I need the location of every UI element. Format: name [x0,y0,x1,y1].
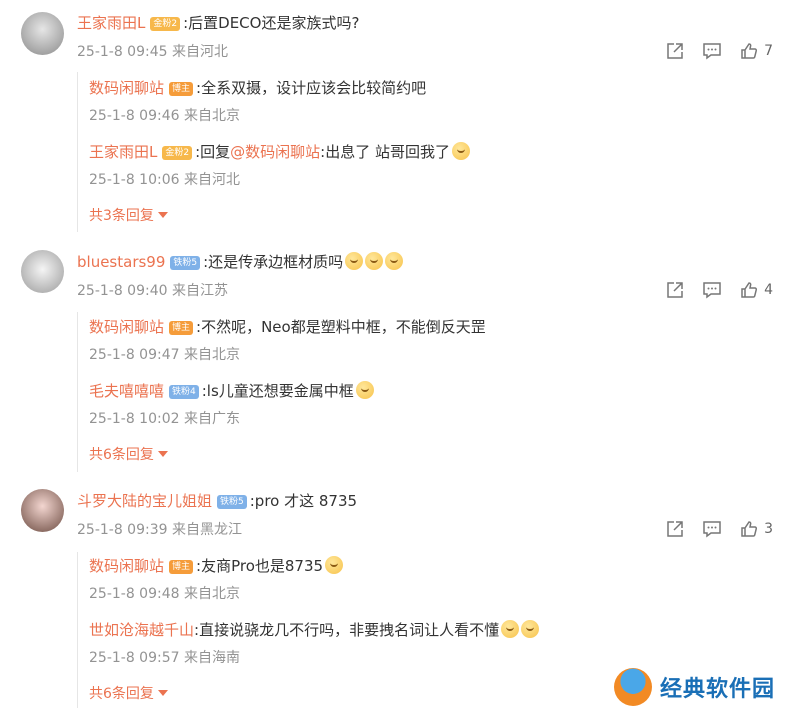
reply-meta: 25-1-8 09:47 来自北京 [89,347,240,363]
avatar[interactable] [21,250,64,293]
fan-badge: 金粉2 [150,17,181,31]
smile-emoji-icon [355,381,374,399]
caret-down-icon [157,451,168,457]
like-button[interactable]: 3 [740,520,773,538]
fan-badge: 铁粉4 [169,385,199,399]
comment-line: 王家雨田L 金粉2:后置DECO还是家族式吗? [77,13,359,33]
reply-text: :不然呢，Neo都是塑料中框，不能倒反天罡 [196,318,486,336]
watermark: 经典软件园 [613,668,775,706]
comment-icon [703,43,721,60]
username[interactable]: 王家雨田L [77,14,145,32]
reply-item: 毛夫嘻嘻嘻 铁粉4:ls儿童还想要金属中框 [89,381,374,401]
cat-emoji-icon [345,252,364,270]
comment-line: 斗罗大陆的宝儿姐姐 铁粉5:pro 才这 8735 [77,491,357,511]
share-button[interactable] [666,42,684,60]
reply-meta: 25-1-8 09:48 来自北京 [89,586,240,602]
like-button[interactable]: 7 [740,42,773,60]
fan-badge: 铁粉5 [170,256,201,270]
reply-item: 王家雨田L 金粉2:回复@数码闲聊站:出息了 站哥回我了 [89,142,470,162]
like-button[interactable]: 4 [740,281,773,299]
comment-line: bluestars99 铁粉5:还是传承边框材质吗 [77,252,404,272]
host-badge: 博主 [169,82,194,96]
comment-actions: 4 [666,281,773,299]
comment-actions: 3 [666,520,773,538]
host-badge: 博主 [169,560,194,574]
cat-emoji-icon [325,556,344,574]
reply-meta: 25-1-8 10:02 来自广东 [89,411,240,427]
share-icon [667,282,683,298]
reply-username[interactable]: 毛夫嘻嘻嘻 [89,382,164,400]
reply-text: :直接说骁龙几不行吗，非要拽名词让人看不懂 [194,621,500,639]
cat-emoji-icon [385,252,404,270]
comment-icon [703,282,721,299]
reply-username[interactable]: 世如沧海越千山 [89,621,194,639]
reply-item: 世如沧海越千山:直接说骁龙几不行吗，非要拽名词让人看不懂 [89,620,540,640]
comment-item: bluestars99 铁粉5:还是传承边框材质吗 25-1-8 09:40 来自… [0,240,791,480]
reply-text: :ls儿童还想要金属中框 [201,382,354,400]
cat-emoji-icon [365,252,384,270]
reply-username[interactable]: 数码闲聊站 [89,79,164,97]
comment-button[interactable] [702,520,722,538]
comment-item: 王家雨田L 金粉2:后置DECO还是家族式吗? 25-1-8 09:45 来自河北… [0,0,791,240]
fan-badge: 金粉2 [162,146,193,160]
reply-meta: 25-1-8 09:46 来自北京 [89,108,240,124]
comment-actions: 7 [666,42,773,60]
comment-text: :pro 才这 8735 [249,492,358,510]
reply-item: 数码闲聊站 博主:全系双摄，设计应该会比较简约吧 [89,78,426,98]
reply-username[interactable]: 数码闲聊站 [89,557,164,575]
share-icon [667,43,683,59]
host-badge: 博主 [169,321,194,335]
caret-down-icon [157,212,168,218]
comment-button[interactable] [702,42,722,60]
reply-username[interactable]: 王家雨田L [89,143,157,161]
thumbs-up-icon [741,521,758,537]
laugh-cry-emoji-icon [452,142,470,160]
comment-meta: 25-1-8 09:45 来自河北 [77,44,228,60]
comment-meta: 25-1-8 09:40 来自江苏 [77,283,228,299]
thumbs-up-icon [741,282,758,298]
more-replies-link[interactable]: 共6条回复 [89,684,168,704]
reply-username[interactable]: 数码闲聊站 [89,318,164,336]
comment-text: :后置DECO还是家族式吗? [183,14,360,32]
reply-item: 数码闲聊站 博主:不然呢，Neo都是塑料中框，不能倒反天罡 [89,317,486,337]
like-count: 3 [764,521,773,537]
comment-text: :还是传承边框材质吗 [203,253,344,271]
more-replies-link[interactable]: 共6条回复 [89,445,168,465]
reply-item: 数码闲聊站 博主:友商Pro也是8735 [89,556,344,576]
thumbs-up-icon [741,43,758,59]
share-button[interactable] [666,281,684,299]
reply-meta: 25-1-8 10:06 来自河北 [89,172,240,188]
like-count: 7 [764,43,773,59]
reply-text: :出息了 站哥回我了 [320,143,450,161]
reply-list: 数码闲聊站 博主:全系双摄，设计应该会比较简约吧 25-1-8 09:46 来自北… [77,72,778,232]
watermark-text: 经典软件园 [659,677,775,702]
comment-meta: 25-1-8 09:39 来自黑龙江 [77,522,242,538]
more-replies-label: 共6条回复 [89,686,154,702]
mention-link[interactable]: @数码闲聊站 [230,143,320,161]
more-replies-link[interactable]: 共3条回复 [89,206,168,226]
avatar[interactable] [21,12,64,55]
share-button[interactable] [666,520,684,538]
more-replies-label: 共6条回复 [89,447,154,463]
fan-badge: 铁粉5 [217,495,247,509]
caret-down-icon [157,690,168,696]
reply-text: :全系双摄，设计应该会比较简约吧 [196,79,427,97]
more-replies-label: 共3条回复 [89,208,154,224]
reply-prefix: :回复 [195,143,231,161]
cry-emoji-icon [521,620,540,638]
cry-emoji-icon [501,620,520,638]
share-icon [667,521,683,537]
comment-button[interactable] [702,281,722,299]
reply-list: 数码闲聊站 博主:不然呢，Neo都是塑料中框，不能倒反天罡 25-1-8 09:4… [77,312,778,472]
avatar[interactable] [21,489,64,532]
username[interactable]: 斗罗大陆的宝儿姐姐 [77,492,212,510]
reply-text: :友商Pro也是8735 [196,557,324,575]
like-count: 4 [764,282,773,298]
comment-icon [703,521,721,538]
reply-meta: 25-1-8 09:57 来自海南 [89,650,240,666]
username[interactable]: bluestars99 [77,253,165,271]
watermark-logo-icon [613,668,652,706]
